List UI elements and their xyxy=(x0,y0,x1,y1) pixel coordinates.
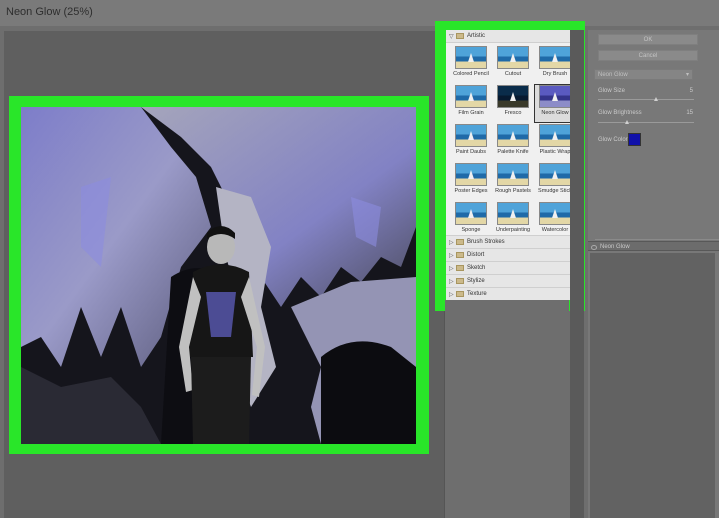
cave-photo-illustration xyxy=(21,107,416,444)
glow-brightness-slider[interactable] xyxy=(598,120,694,124)
filter-label: Fresco xyxy=(504,110,522,116)
chevron-down-icon: ▾ xyxy=(685,72,689,78)
filter-preview-image xyxy=(539,202,571,225)
filter-thumbnail[interactable]: Film Grain xyxy=(451,85,491,122)
filter-preview-image xyxy=(497,202,529,225)
folder-item[interactable]: ▷ Stylize xyxy=(446,275,574,288)
filter-thumbnail-grid: Colored Pencil Cutout Dry Brush Film Grain F… xyxy=(446,43,574,236)
title-bar: Neon Glow (25%) xyxy=(0,0,719,26)
glow-brightness-label: Glow Brightness xyxy=(598,110,642,116)
filter-thumbnail[interactable]: Neon Glow xyxy=(534,84,574,123)
ok-button[interactable]: OK xyxy=(598,34,698,45)
filter-thumbnail[interactable]: Paint Daubs xyxy=(451,124,491,161)
filter-preview-image xyxy=(455,46,487,69)
filter-select[interactable]: Neon Glow ▾ xyxy=(594,69,693,80)
filter-label: Cutout xyxy=(504,71,522,77)
filter-thumbnail[interactable]: Fresco xyxy=(493,85,533,122)
filter-thumbnail[interactable]: Rough Pastels xyxy=(493,163,533,200)
filter-label: Dry Brush xyxy=(542,71,568,77)
glow-brightness-value[interactable]: 15 xyxy=(675,110,693,116)
filter-preview-image xyxy=(455,163,487,186)
folder-label: Artistic xyxy=(467,33,485,39)
chevron-right-icon: ▷ xyxy=(449,265,454,272)
filter-preview-image xyxy=(539,163,571,186)
folder-item[interactable]: ▷ Sketch xyxy=(446,262,574,275)
filter-folder-list: ▷ Brush Strokes ▷ Distort ▷ Sketch ▷ Stylize ▷ Te… xyxy=(446,236,574,300)
panel-scrollbar[interactable] xyxy=(570,30,584,518)
filter-preview-image xyxy=(497,46,529,69)
folder-icon xyxy=(456,278,464,284)
chevron-right-icon: ▷ xyxy=(449,252,454,259)
folder-label: Brush Strokes xyxy=(467,239,505,245)
filter-thumbnail[interactable]: Palette Knife xyxy=(493,124,533,161)
filter-preview-image xyxy=(539,46,571,69)
effect-layer-name: Neon Glow xyxy=(600,244,630,250)
folder-artistic[interactable]: ▽ Artistic xyxy=(446,30,574,43)
filter-select-value: Neon Glow xyxy=(598,72,628,78)
eye-icon[interactable] xyxy=(591,245,597,250)
filter-label: Neon Glow xyxy=(541,110,569,116)
folder-icon xyxy=(456,239,464,245)
glow-color-swatch[interactable] xyxy=(628,133,641,146)
filter-preview-image xyxy=(539,85,571,108)
filter-thumbnail[interactable]: Watercolor xyxy=(535,202,574,239)
glow-brightness-slider-handle[interactable] xyxy=(624,120,629,124)
filter-thumbnail[interactable]: Colored Pencil xyxy=(451,46,491,83)
chevron-right-icon: ▷ xyxy=(449,239,454,246)
filter-thumbnail[interactable]: Plastic Wrap xyxy=(535,124,574,161)
folder-label: Distort xyxy=(467,252,485,258)
filter-label: Colored Pencil xyxy=(453,71,489,77)
filter-label: Rough Pastels xyxy=(495,188,531,194)
filter-label: Watercolor xyxy=(541,227,569,233)
folder-label: Stylize xyxy=(467,278,485,284)
chevron-right-icon: ▷ xyxy=(449,278,454,285)
effect-layers-list xyxy=(590,253,715,518)
glow-size-slider-handle[interactable] xyxy=(653,97,658,101)
filter-label: Palette Knife xyxy=(497,149,529,155)
filter-preview-image xyxy=(539,124,571,147)
filter-label: Sponge xyxy=(461,227,481,233)
chevron-down-icon: ▽ xyxy=(449,33,454,40)
filter-label: Film Grain xyxy=(458,110,484,116)
filter-thumbnail[interactable]: Poster Edges xyxy=(451,163,491,200)
folder-item[interactable]: ▷ Distort xyxy=(446,249,574,262)
window-title: Neon Glow (25%) xyxy=(6,6,93,18)
filter-thumbnail[interactable]: Smudge Stick xyxy=(535,163,574,200)
glow-size-slider[interactable] xyxy=(598,97,694,101)
filter-gallery: ▽ Artistic Colored Pencil Cutout Dry Brush… xyxy=(446,30,574,300)
folder-label: Texture xyxy=(467,291,487,297)
folder-label: Sketch xyxy=(467,265,486,271)
filter-label: Poster Edges xyxy=(454,188,488,194)
folder-icon xyxy=(456,252,464,258)
folder-icon xyxy=(456,33,464,39)
gallery-lower-area xyxy=(445,300,569,518)
chevron-right-icon: ▷ xyxy=(449,291,454,298)
filter-preview-image xyxy=(497,85,529,108)
glow-color-label: Glow Color xyxy=(598,137,628,143)
folder-item[interactable]: ▷ Texture xyxy=(446,288,574,300)
filter-preview-image xyxy=(497,163,529,186)
filter-thumbnail[interactable]: Underpainting xyxy=(493,202,533,239)
filter-label: Paint Daubs xyxy=(456,149,486,155)
cancel-button[interactable]: Cancel xyxy=(598,50,698,61)
filter-preview-image xyxy=(497,124,529,147)
folder-icon xyxy=(456,265,464,271)
glow-size-value[interactable]: 5 xyxy=(675,88,693,94)
filter-thumbnail[interactable]: Cutout xyxy=(493,46,533,83)
folder-icon xyxy=(456,291,464,297)
filter-label: Underpainting xyxy=(495,227,531,233)
filter-label: Plastic Wrap xyxy=(539,149,571,155)
filter-thumbnail[interactable]: Dry Brush xyxy=(535,46,574,83)
filter-preview-image xyxy=(455,85,487,108)
preview-image xyxy=(21,107,416,444)
panel-divider xyxy=(595,239,719,240)
filter-label: Smudge Stick xyxy=(538,188,572,194)
filter-thumbnail[interactable]: Sponge xyxy=(451,202,491,239)
filter-preview-image xyxy=(455,202,487,225)
glow-size-label: Glow Size xyxy=(598,88,626,94)
filter-preview-image xyxy=(455,124,487,147)
effect-layer-header[interactable]: Neon Glow xyxy=(588,241,719,251)
